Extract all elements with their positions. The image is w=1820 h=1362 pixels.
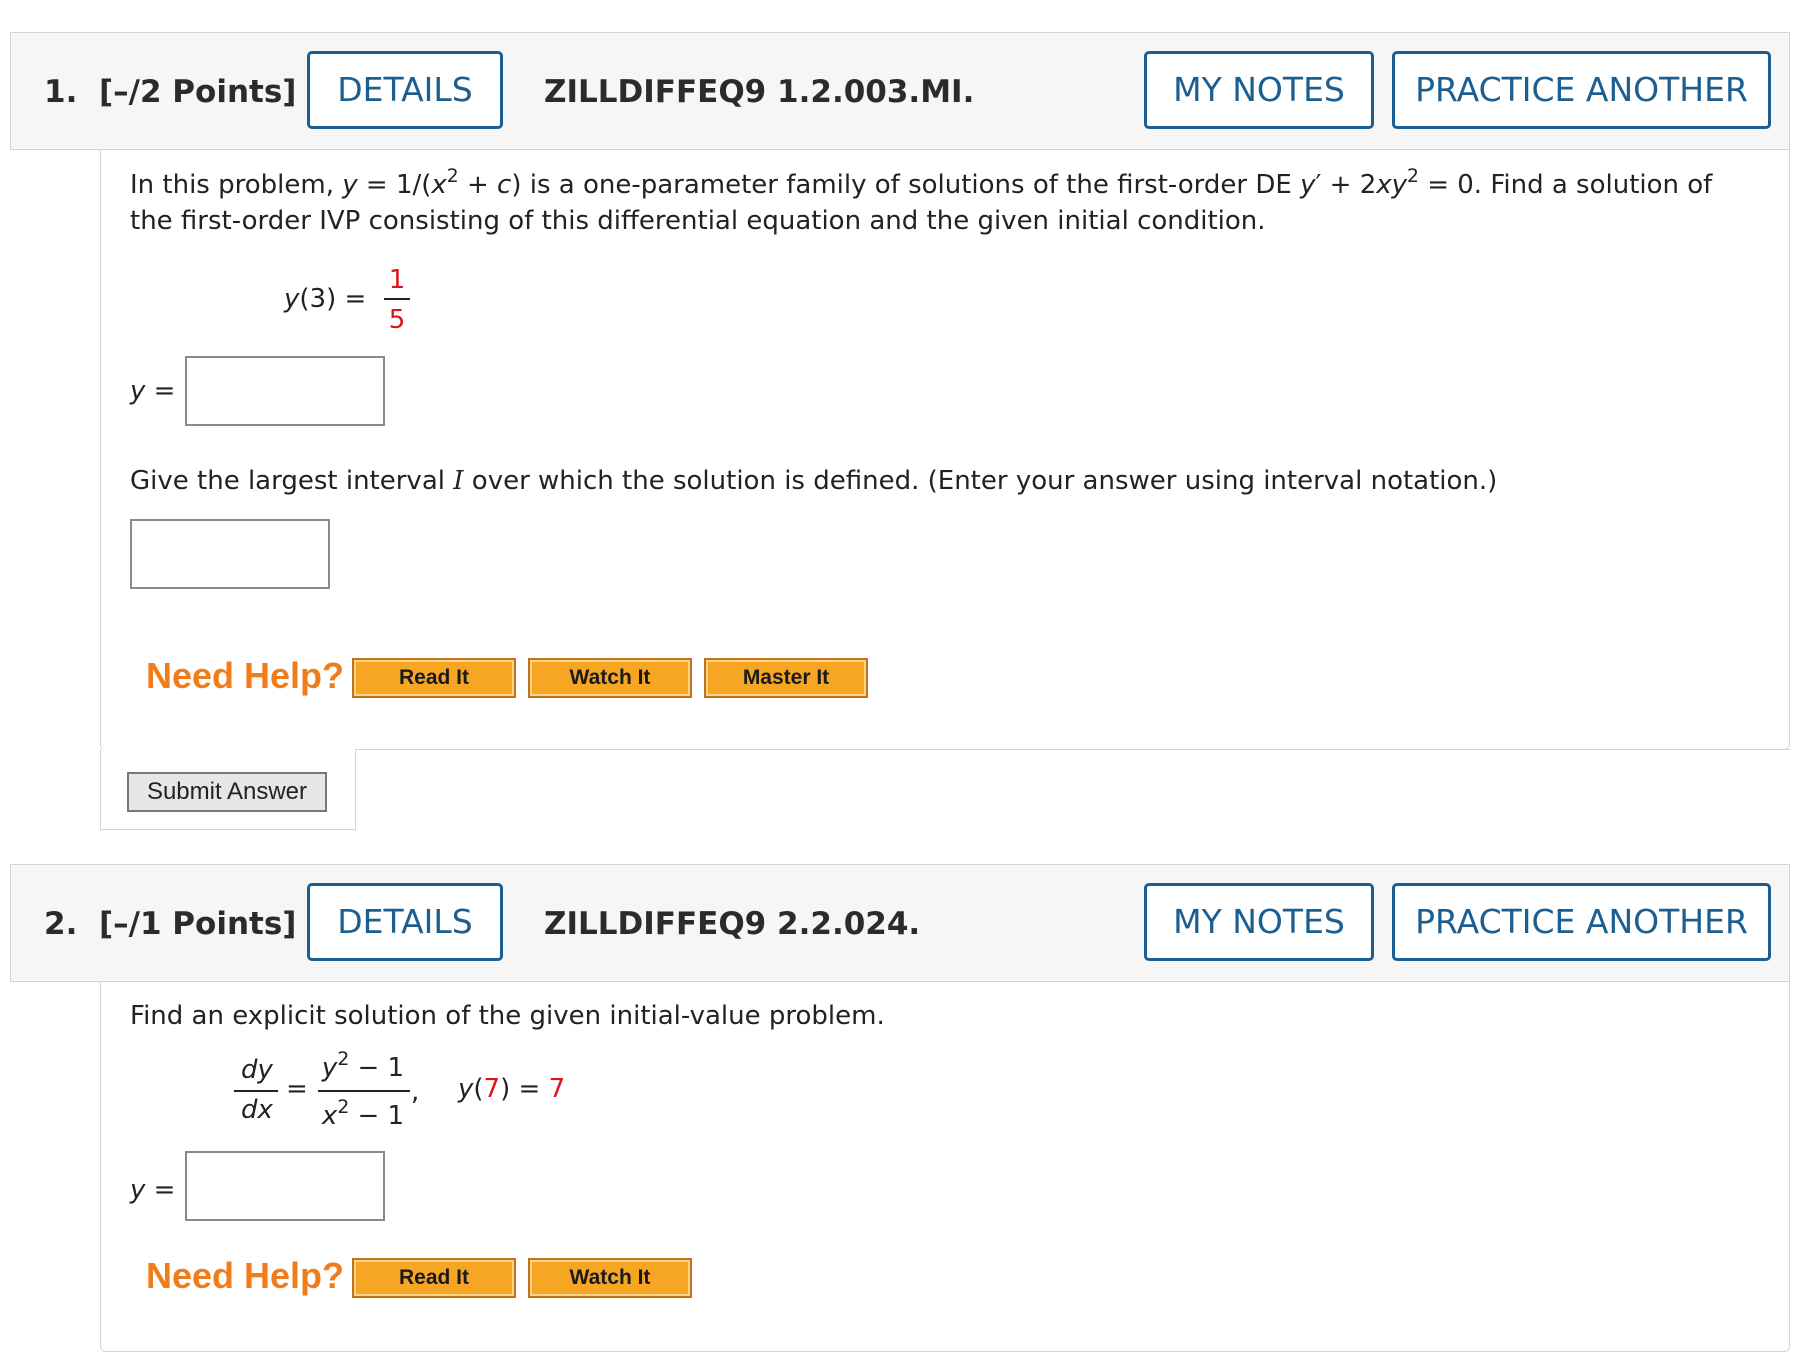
question-number: 2.	[44, 906, 78, 942]
ic-argument: 7	[483, 1074, 501, 1104]
ic-value: 7	[548, 1074, 566, 1104]
watch-it-button[interactable]: Watch It	[528, 1258, 692, 1298]
question-1-header: 1. [–/2 Points] DETAILS ZILLDIFFEQ9 1.2.…	[10, 32, 1790, 150]
equals-sign: =	[145, 1175, 176, 1205]
text-run: over which the solution is defined. (Ent…	[463, 466, 1498, 496]
my-notes-button[interactable]: MY NOTES	[1144, 51, 1374, 129]
fraction-bar	[384, 298, 410, 300]
rhs-numerator: y2 − 1	[318, 1050, 408, 1086]
submit-answer-button[interactable]: Submit Answer	[127, 772, 327, 812]
need-help-label: Need Help?	[146, 655, 345, 696]
equals-sign: =	[286, 1074, 308, 1104]
exponent: 2	[337, 1096, 350, 1118]
details-button[interactable]: DETAILS	[307, 883, 503, 961]
math-x: x	[431, 170, 447, 200]
submit-tab-bottom-edge	[100, 829, 356, 830]
derivative-denominator: dx	[241, 1095, 273, 1125]
text-run: = 1/(	[357, 170, 432, 200]
answer-input-y[interactable]	[185, 1151, 385, 1221]
details-button[interactable]: DETAILS	[307, 51, 503, 129]
body-bottom-edge	[355, 749, 1790, 750]
math-y: y	[1300, 170, 1316, 200]
exponent: 2	[1407, 165, 1419, 187]
question-number: 1.	[44, 74, 78, 110]
text-run: − 1	[349, 1101, 405, 1131]
body-notch	[100, 748, 360, 752]
answer-input-y[interactable]	[185, 356, 385, 426]
fraction-numerator: 1	[388, 265, 406, 295]
question-code: ZILLDIFFEQ9 2.2.024.	[544, 906, 921, 942]
ic-argument: (3) =	[299, 284, 367, 314]
text-run: ) =	[500, 1074, 549, 1104]
math-y: y	[284, 284, 300, 314]
submit-tab-right-edge	[355, 749, 356, 829]
my-notes-button[interactable]: MY NOTES	[1144, 883, 1374, 961]
derivative-numerator: dy	[241, 1055, 273, 1085]
math-xy: xy	[1376, 170, 1408, 200]
question-code: ZILLDIFFEQ9 1.2.003.MI.	[544, 74, 975, 110]
points-label: [–/1 Points]	[98, 906, 297, 942]
problem-statement-line-2: the first-order IVP consisting of this d…	[130, 206, 1266, 236]
master-it-button[interactable]: Master It	[704, 658, 868, 698]
math-y: y	[130, 376, 146, 406]
text-run: +	[458, 170, 498, 200]
math-y: y	[458, 1074, 474, 1104]
math-y: y	[130, 1175, 146, 1205]
text-run: Give the largest interval	[130, 466, 454, 496]
submit-tab-left-edge	[100, 749, 101, 829]
practice-another-button[interactable]: PRACTICE ANOTHER	[1392, 883, 1771, 961]
points-label: [–/2 Points]	[98, 74, 297, 110]
initial-condition: y(3) =	[284, 281, 366, 317]
question-2-points: 2. [–/1 Points]	[44, 865, 296, 983]
answer-label: y =	[130, 1172, 175, 1208]
problem-statement: Find an explicit solution of the given i…	[130, 1001, 885, 1031]
rhs-fraction-bar	[318, 1090, 410, 1092]
exponent: 2	[337, 1048, 350, 1070]
initial-condition: y(7) = 7	[458, 1071, 565, 1107]
equals-sign: =	[145, 376, 176, 406]
read-it-button[interactable]: Read It	[352, 1258, 516, 1298]
watch-it-button[interactable]: Watch It	[528, 658, 692, 698]
math-c: c	[497, 170, 512, 200]
question-1-points: 1. [–/2 Points]	[44, 33, 296, 151]
math-y: y	[342, 170, 358, 200]
fraction-denominator: 5	[388, 305, 406, 335]
text-run: = 0. Find a solution of	[1418, 170, 1713, 200]
math-x: x	[321, 1101, 338, 1131]
paren: (	[473, 1074, 484, 1104]
answer-label: y =	[130, 373, 175, 409]
text-run: ) is a one-parameter family of solutions…	[511, 170, 1301, 200]
answer-input-interval[interactable]	[130, 519, 330, 589]
problem-statement: In this problem, y = 1/(x2 + c) is a one…	[130, 167, 1712, 203]
exponent: 2	[446, 165, 459, 187]
rhs-denominator: x2 − 1	[318, 1098, 408, 1134]
text-run: In this problem,	[130, 170, 343, 200]
interval-prompt: Give the largest interval I over which t…	[130, 463, 1497, 499]
math-I: I	[453, 466, 464, 496]
comma: ,	[411, 1077, 420, 1107]
read-it-button[interactable]: Read It	[352, 658, 516, 698]
text-run: ′ + 2	[1315, 170, 1377, 200]
need-help-label: Need Help?	[146, 1255, 345, 1296]
question-2-header: 2. [–/1 Points] DETAILS ZILLDIFFEQ9 2.2.…	[10, 864, 1790, 982]
practice-another-button[interactable]: PRACTICE ANOTHER	[1392, 51, 1771, 129]
math-y: y	[321, 1053, 338, 1083]
text-run: − 1	[349, 1053, 405, 1083]
